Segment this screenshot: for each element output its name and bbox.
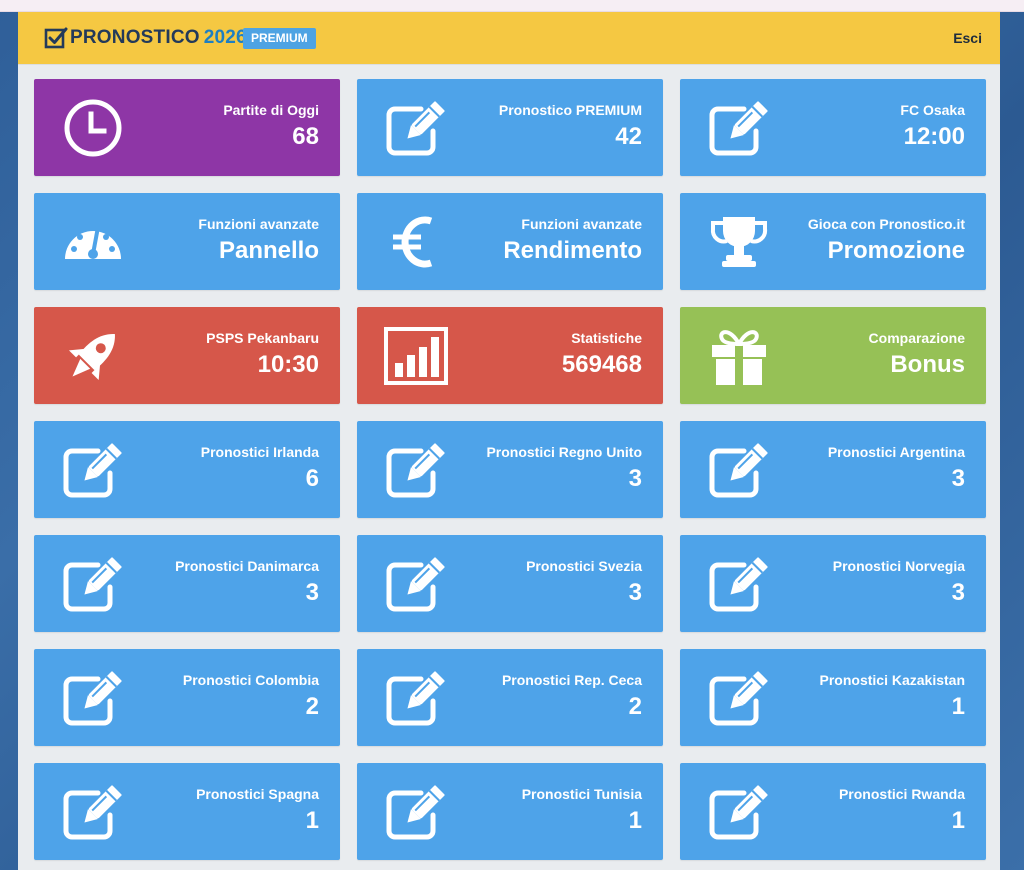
tile-card[interactable]: Pronostici Argentina 3: [680, 421, 986, 518]
clock-icon: [60, 95, 126, 161]
bar-chart-icon: [383, 323, 449, 389]
rocket-icon: [60, 323, 126, 389]
tile-label: Pronostici Kazakistan: [819, 672, 966, 688]
tile-value: 3: [305, 579, 319, 606]
edit-icon: [383, 551, 449, 617]
tile-card[interactable]: Pronostici Norvegia 3: [680, 535, 986, 632]
tile-label: Statistiche: [571, 330, 642, 346]
edit-icon: [60, 779, 126, 845]
tile-value: Promozione: [827, 237, 965, 264]
tile-value: 10:30: [257, 351, 319, 378]
browser-top-strip: [0, 0, 1024, 12]
tile-value: 12:00: [903, 123, 965, 150]
tile-label: Funzioni avanzate: [521, 216, 642, 232]
tile-value: 1: [628, 807, 642, 834]
edit-icon: [60, 665, 126, 731]
tile-value: 1: [951, 807, 965, 834]
logo[interactable]: PRONOSTICO 2026: [44, 26, 247, 50]
tile-card[interactable]: Pronostici Rep. Ceca 2: [357, 649, 663, 746]
tile-card[interactable]: Partite di Oggi 68: [34, 79, 340, 176]
app-window: PRONOSTICO 2026 PREMIUM Esci Partite di O…: [18, 12, 1000, 870]
tile-card[interactable]: FC Osaka 12:00: [680, 79, 986, 176]
edit-icon: [60, 437, 126, 503]
premium-badge: PREMIUM: [243, 28, 316, 49]
tile-value: 2: [628, 693, 642, 720]
tile-label: Comparazione: [868, 330, 965, 346]
tile-value: 3: [628, 579, 642, 606]
tile-label: Pronostici Irlanda: [200, 444, 319, 460]
tile-value: Bonus: [890, 351, 965, 378]
trophy-icon: [706, 209, 772, 275]
edit-icon: [706, 665, 772, 731]
edit-icon: [706, 779, 772, 845]
tile-card[interactable]: Pronostici Spagna 1: [34, 763, 340, 860]
tile-value: 2: [305, 693, 319, 720]
edit-icon: [706, 551, 772, 617]
tile-value: Rendimento: [503, 237, 642, 264]
edit-icon: [383, 95, 449, 161]
tile-card[interactable]: Pronostico PREMIUM 42: [357, 79, 663, 176]
tile-value: 3: [951, 579, 965, 606]
tile-value: Pannello: [218, 237, 319, 264]
tile-label: Pronostici Tunisia: [521, 786, 642, 802]
tile-value: 3: [628, 465, 642, 492]
tile-label: Pronostici Rep. Ceca: [501, 672, 642, 688]
dashboard-icon: [60, 209, 126, 275]
euro-icon: [383, 209, 449, 275]
tile-card[interactable]: Comparazione Bonus: [680, 307, 986, 404]
tile-card[interactable]: Pronostici Svezia 3: [357, 535, 663, 632]
tile-label: Pronostici Regno Unito: [486, 444, 642, 460]
exit-link[interactable]: Esci: [953, 30, 982, 46]
edit-icon: [383, 779, 449, 845]
tile-label: Partite di Oggi: [223, 102, 319, 118]
edit-icon: [60, 551, 126, 617]
tile-label: PSPS Pekanbaru: [206, 330, 319, 346]
tile-card[interactable]: Pronostici Regno Unito 3: [357, 421, 663, 518]
tile-card[interactable]: Pronostici Danimarca 3: [34, 535, 340, 632]
tile-card[interactable]: Gioca con Pronostico.it Promozione: [680, 193, 986, 290]
tile-label: Pronostici Rwanda: [838, 786, 965, 802]
tile-label: Gioca con Pronostico.it: [807, 216, 965, 232]
tile-card[interactable]: Statistiche 569468: [357, 307, 663, 404]
tile-label: Pronostici Colombia: [182, 672, 319, 688]
logo-text: PRONOSTICO 2026: [70, 27, 247, 49]
edit-icon: [706, 95, 772, 161]
tile-value: 42: [615, 123, 642, 150]
tile-value: 1: [305, 807, 319, 834]
tile-card[interactable]: Funzioni avanzate Pannello: [34, 193, 340, 290]
tile-card[interactable]: Pronostici Kazakistan 1: [680, 649, 986, 746]
gift-icon: [706, 323, 772, 389]
logo-year: 2026: [203, 27, 247, 48]
tile-card[interactable]: PSPS Pekanbaru 10:30: [34, 307, 340, 404]
tile-value: 1: [951, 693, 965, 720]
tile-label: Funzioni avanzate: [198, 216, 319, 232]
tile-card[interactable]: Pronostici Colombia 2: [34, 649, 340, 746]
tile-card[interactable]: Pronostici Irlanda 6: [34, 421, 340, 518]
logo-main: PRONOSTICO: [70, 27, 200, 48]
edit-icon: [383, 437, 449, 503]
checkbox-logo-icon: [44, 26, 68, 50]
tile-label: Pronostici Argentina: [827, 444, 965, 460]
tile-label: Pronostico PREMIUM: [498, 102, 642, 118]
tile-label: FC Osaka: [900, 102, 965, 118]
tile-value: 3: [951, 465, 965, 492]
tile-label: Pronostici Svezia: [526, 558, 642, 574]
edit-icon: [383, 665, 449, 731]
tile-label: Pronostici Danimarca: [175, 558, 319, 574]
tile-card[interactable]: Pronostici Rwanda 1: [680, 763, 986, 860]
top-header: PRONOSTICO 2026 PREMIUM Esci: [18, 12, 1000, 64]
tile-label: Pronostici Norvegia: [832, 558, 965, 574]
tile-card[interactable]: Funzioni avanzate Rendimento: [357, 193, 663, 290]
edit-icon: [706, 437, 772, 503]
tile-value: 569468: [561, 351, 642, 378]
tile-value: 6: [305, 465, 319, 492]
tile-value: 68: [292, 123, 319, 150]
tile-label: Pronostici Spagna: [196, 786, 319, 802]
tile-card[interactable]: Pronostici Tunisia 1: [357, 763, 663, 860]
